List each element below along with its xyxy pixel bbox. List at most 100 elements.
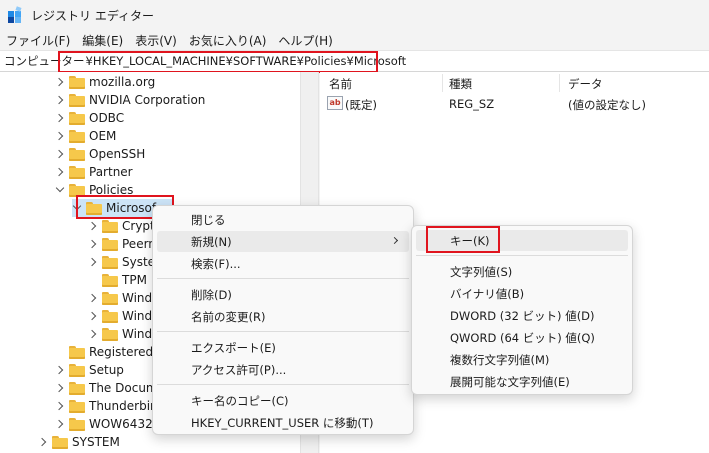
folder-icon <box>69 93 85 107</box>
chevron-right-icon[interactable] <box>88 257 98 267</box>
tree-item-windows-3[interactable]: Windo <box>88 325 160 343</box>
chevron-down-icon[interactable] <box>55 185 65 195</box>
menu-item-find[interactable]: 検索(F)... <box>157 253 409 274</box>
chevron-right-icon[interactable] <box>55 365 65 375</box>
folder-icon <box>69 165 85 179</box>
menu-help[interactable]: ヘルプ(H) <box>278 32 332 49</box>
tree-item-peernet[interactable]: Peern <box>88 235 156 253</box>
tree-item-document-foundation[interactable]: The Docum <box>55 379 158 397</box>
tree-item-windows-2[interactable]: Windo <box>88 307 160 325</box>
tree-item-setup[interactable]: Setup <box>55 361 124 379</box>
list-header: 名前 種類 データ <box>320 72 709 94</box>
tree-item-system[interactable]: SYSTEM <box>38 433 120 451</box>
column-divider[interactable] <box>559 74 560 92</box>
column-type[interactable]: 種類 <box>449 76 472 92</box>
address-label: コンピューター <box>4 54 85 68</box>
address-path[interactable]: ¥HKEY_LOCAL_MACHINE¥SOFTWARE¥Policies¥Mi… <box>86 54 407 68</box>
chevron-right-icon[interactable] <box>88 329 98 339</box>
chevron-right-icon[interactable] <box>55 383 65 393</box>
folder-icon <box>69 75 85 89</box>
address-bar[interactable]: コンピューター ¥HKEY_LOCAL_MACHINE¥SOFTWARE¥Pol… <box>0 50 709 72</box>
chevron-right-icon[interactable] <box>38 437 48 447</box>
registry-icon <box>7 6 23 23</box>
column-name[interactable]: 名前 <box>329 76 352 92</box>
menu-view[interactable]: 表示(V) <box>135 32 177 49</box>
menu-item-expandable-string-value[interactable]: 展開可能な文字列値(E) <box>416 371 628 392</box>
chevron-right-icon[interactable] <box>55 401 65 411</box>
chevron-right-icon[interactable] <box>55 131 65 141</box>
folder-icon <box>86 201 102 215</box>
folder-icon <box>102 309 118 323</box>
folder-icon <box>69 417 85 431</box>
menu-bar: ファイル(F) 編集(E) 表示(V) お気に入り(A) ヘルプ(H) <box>0 30 709 50</box>
table-row[interactable]: ab (既定) REG_SZ (値の設定なし) <box>320 96 709 114</box>
tree-item-system-cert[interactable]: Syster <box>88 253 160 271</box>
tree-item-mozilla[interactable]: mozilla.org <box>55 73 155 91</box>
menu-item-permissions[interactable]: アクセス許可(P)... <box>157 359 409 380</box>
menu-separator <box>157 278 409 279</box>
tree-item-oem[interactable]: OEM <box>55 127 116 145</box>
title-bar: レジストリ エディター <box>0 0 709 30</box>
folder-icon <box>102 219 118 233</box>
folder-icon <box>102 237 118 251</box>
chevron-right-icon[interactable] <box>55 113 65 123</box>
tree-item-thunderbird[interactable]: Thunderbir <box>55 397 155 415</box>
window-title: レジストリ エディター <box>31 8 154 23</box>
new-submenu: キー(K) 文字列値(S) バイナリ値(B) DWORD (32 ビット) 値(… <box>411 225 633 395</box>
menu-item-new-key[interactable]: キー(K) <box>416 230 628 251</box>
folder-icon <box>69 381 85 395</box>
tree-item-nvidia[interactable]: NVIDIA Corporation <box>55 91 205 109</box>
menu-edit[interactable]: 編集(E) <box>82 32 123 49</box>
chevron-right-icon[interactable] <box>55 149 65 159</box>
menu-item-string-value[interactable]: 文字列値(S) <box>416 261 628 282</box>
tree-item-crypt[interactable]: Crypt <box>88 217 155 235</box>
folder-icon <box>102 327 118 341</box>
menu-item-collapse[interactable]: 閉じる <box>157 209 409 230</box>
column-divider[interactable] <box>442 74 443 92</box>
menu-separator <box>157 331 409 332</box>
value-data: (値の設定なし) <box>568 98 646 112</box>
tree-item-policies[interactable]: Policies <box>55 181 133 199</box>
tree-item-registeredapps[interactable]: RegisteredA <box>55 343 161 361</box>
menu-item-binary-value[interactable]: バイナリ値(B) <box>416 283 628 304</box>
tree-item-odbc[interactable]: ODBC <box>55 109 124 127</box>
folder-icon <box>69 363 85 377</box>
menu-item-qword-value[interactable]: QWORD (64 ビット) 値(Q) <box>416 327 628 348</box>
chevron-down-icon[interactable] <box>72 203 82 213</box>
menu-favorites[interactable]: お気に入り(A) <box>189 32 267 49</box>
menu-separator <box>416 255 628 256</box>
chevron-right-icon[interactable] <box>88 311 98 321</box>
chevron-right-icon <box>390 236 399 245</box>
folder-icon <box>102 273 118 287</box>
folder-icon <box>69 129 85 143</box>
folder-icon <box>69 111 85 125</box>
chevron-right-icon[interactable] <box>88 239 98 249</box>
menu-item-goto-hkcu[interactable]: HKEY_CURRENT_USER に移動(T) <box>157 412 409 433</box>
tree-item-windows-1[interactable]: Windo <box>88 289 160 307</box>
menu-item-export[interactable]: エクスポート(E) <box>157 337 409 358</box>
menu-item-rename[interactable]: 名前の変更(R) <box>157 306 409 327</box>
value-type: REG_SZ <box>449 97 495 111</box>
tree-item-openssh[interactable]: OpenSSH <box>55 145 145 163</box>
tree-item-tpm[interactable]: TPM <box>88 271 147 289</box>
menu-item-new[interactable]: 新規(N) <box>157 231 409 252</box>
chevron-right-icon[interactable] <box>55 419 65 429</box>
column-data[interactable]: データ <box>568 76 603 92</box>
menu-file[interactable]: ファイル(F) <box>6 32 70 49</box>
tree-item-wow6432node[interactable]: WOW6432N <box>55 415 162 433</box>
chevron-right-icon[interactable] <box>55 77 65 87</box>
chevron-right-icon[interactable] <box>55 167 65 177</box>
tree-item-partner[interactable]: Partner <box>55 163 133 181</box>
menu-item-copy-key-name[interactable]: キー名のコピー(C) <box>157 390 409 411</box>
folder-icon <box>69 399 85 413</box>
menu-item-delete[interactable]: 削除(D) <box>157 284 409 305</box>
folder-icon <box>69 345 85 359</box>
folder-icon <box>69 183 85 197</box>
chevron-right-icon[interactable] <box>88 221 98 231</box>
chevron-right-icon[interactable] <box>55 95 65 105</box>
chevron-right-icon[interactable] <box>88 293 98 303</box>
menu-item-multi-string-value[interactable]: 複数行文字列値(M) <box>416 349 628 370</box>
folder-icon <box>69 147 85 161</box>
ab-string-icon: ab <box>327 96 343 110</box>
menu-item-dword-value[interactable]: DWORD (32 ビット) 値(D) <box>416 305 628 326</box>
